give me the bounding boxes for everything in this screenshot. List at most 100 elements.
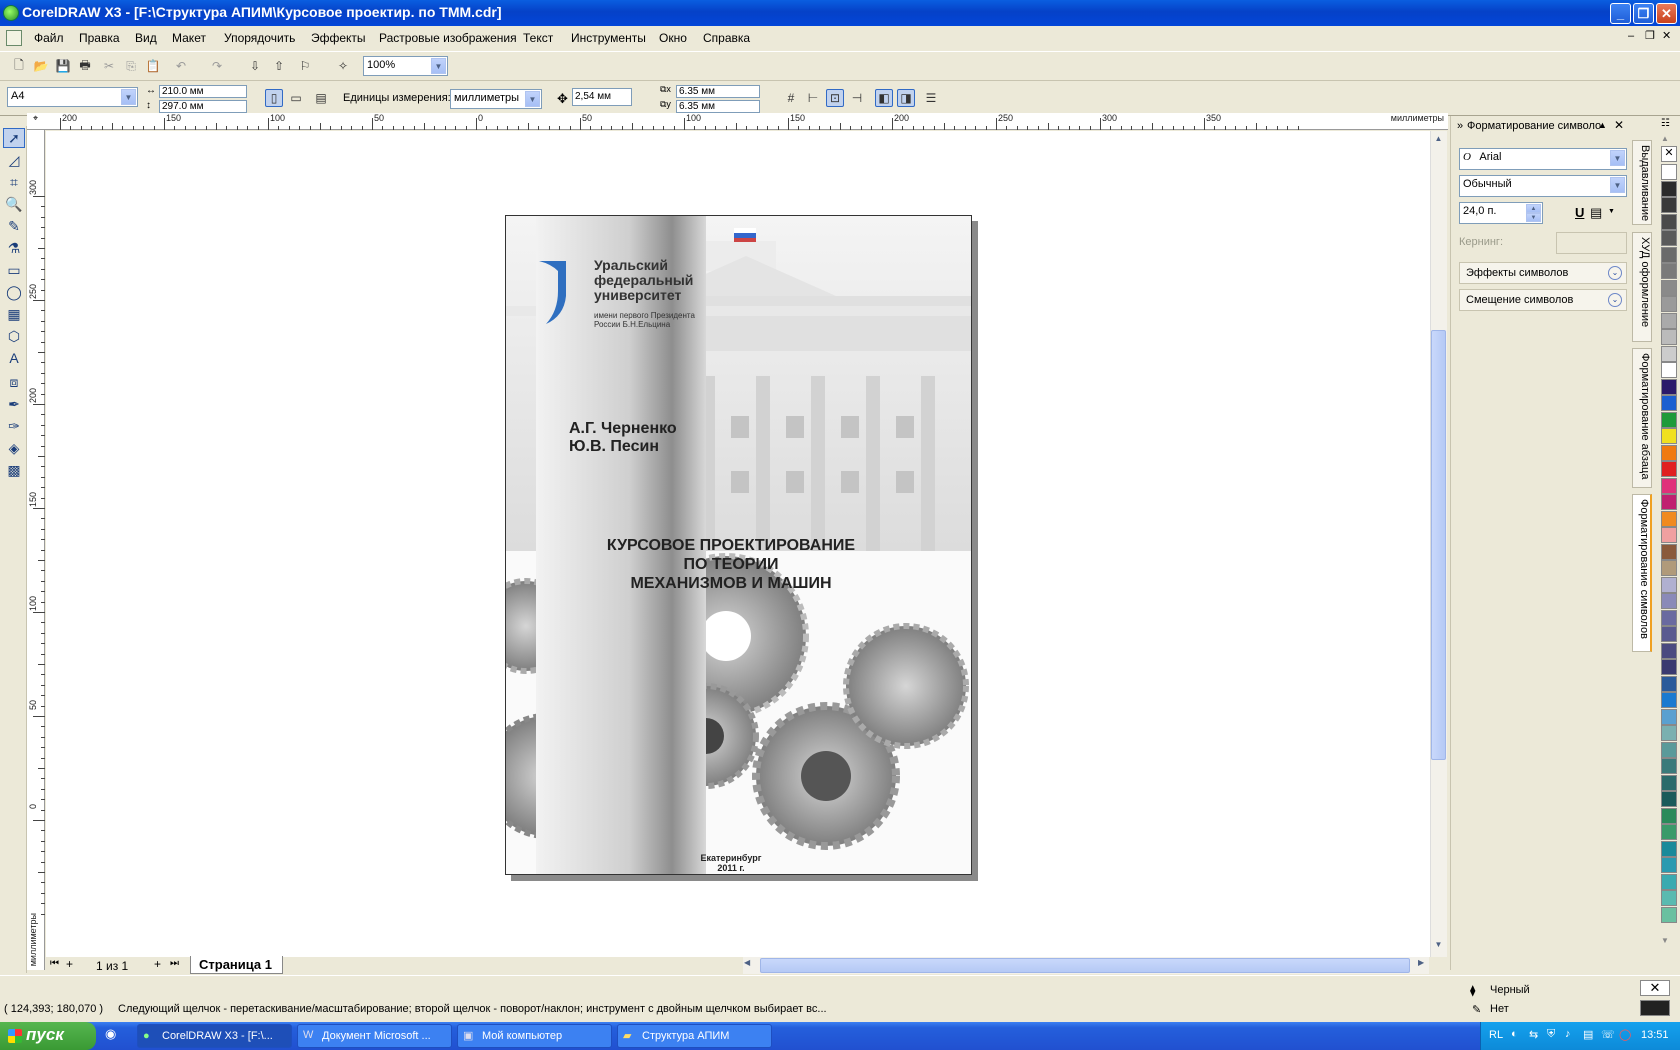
color-swatch[interactable] bbox=[1661, 213, 1677, 230]
menu-help[interactable]: Справка bbox=[703, 31, 750, 45]
color-swatch[interactable] bbox=[1661, 824, 1677, 840]
color-swatch[interactable] bbox=[1661, 362, 1677, 378]
outline-tool-icon[interactable]: ✑ bbox=[3, 416, 25, 436]
color-swatch[interactable] bbox=[1661, 395, 1677, 411]
color-swatch[interactable] bbox=[1661, 593, 1677, 609]
scroll-up-icon[interactable]: ▲ bbox=[1431, 134, 1446, 149]
duplicate-x-input[interactable]: 6.35 мм bbox=[676, 85, 760, 98]
chevron-down-icon[interactable]: ▼ bbox=[1610, 150, 1625, 166]
undo-icon[interactable]: ↶ bbox=[172, 57, 190, 75]
maximize-button[interactable]: ❐ bbox=[1633, 3, 1654, 24]
document-page[interactable]: Уральский федеральный университет имени … bbox=[505, 215, 972, 875]
interactive-fill-tool-icon[interactable]: ▩ bbox=[3, 460, 25, 480]
first-page-icon[interactable]: ⏮ bbox=[50, 958, 59, 969]
coreldraw-app-icon[interactable] bbox=[3, 5, 19, 21]
shape-tool-icon[interactable]: ◿ bbox=[3, 150, 25, 170]
fill-tool-icon[interactable]: ◈ bbox=[3, 438, 25, 458]
color-swatch[interactable] bbox=[1661, 494, 1677, 510]
welcome-screen-icon[interactable]: ✧ bbox=[334, 57, 352, 75]
color-swatch[interactable] bbox=[1661, 230, 1677, 246]
treat-as-filled-icon[interactable]: ◧ bbox=[875, 89, 893, 107]
last-page-icon[interactable]: ⏭ bbox=[170, 958, 179, 969]
chevron-down-icon[interactable]: ▼ bbox=[525, 91, 540, 107]
vertical-scroll-thumb[interactable] bbox=[1431, 330, 1446, 760]
language-indicator[interactable]: RL bbox=[1489, 1029, 1503, 1041]
paste-icon[interactable]: 📋 bbox=[144, 57, 162, 75]
pick-tool-icon[interactable]: ➚ bbox=[3, 128, 25, 148]
copy-icon[interactable]: ⎘ bbox=[122, 57, 140, 75]
start-button[interactable]: пуск bbox=[0, 1022, 96, 1050]
horizontal-ruler[interactable]: 200 150 100 50 0 50 100 150 200 250 300 350 миллимет… bbox=[40, 113, 1448, 130]
tray-antivirus-icon[interactable]: ⛨ bbox=[1547, 1028, 1555, 1041]
snap-to-objects-icon[interactable]: ⊡ bbox=[826, 89, 844, 107]
print-icon[interactable]: 🖶 bbox=[76, 57, 94, 75]
save-icon[interactable]: 💾 bbox=[54, 57, 72, 75]
color-swatch[interactable] bbox=[1661, 576, 1677, 593]
doc-close-icon[interactable]: ✕ bbox=[1662, 29, 1671, 42]
color-swatch[interactable] bbox=[1661, 444, 1677, 461]
smart-fill-tool-icon[interactable]: ⚗ bbox=[3, 238, 25, 258]
strikethrough-icon[interactable]: ▤ bbox=[1590, 205, 1602, 221]
snap-to-guidelines-icon[interactable]: ⊢ bbox=[804, 89, 822, 107]
application-launcher-icon[interactable]: ⚐ bbox=[296, 57, 314, 75]
scroll-down-icon[interactable]: ▼ bbox=[1431, 940, 1446, 955]
color-swatch[interactable] bbox=[1661, 840, 1677, 857]
snap-to-grid-icon[interactable]: # bbox=[782, 89, 800, 107]
landscape-icon[interactable]: ▭ bbox=[287, 89, 305, 107]
page-layout-icon[interactable]: ▤ bbox=[312, 89, 330, 107]
tab-extrude[interactable]: Выдавливание bbox=[1632, 140, 1652, 225]
chevron-down-icon[interactable]: ▼ bbox=[121, 89, 136, 105]
underline-icon[interactable]: U bbox=[1575, 205, 1584, 220]
doc-minimize-icon[interactable]: – bbox=[1628, 30, 1634, 42]
chevron-down-icon[interactable]: ▼ bbox=[1608, 208, 1615, 215]
add-page-after-icon[interactable]: + bbox=[154, 957, 161, 971]
color-swatch[interactable] bbox=[1661, 197, 1677, 213]
kerning-input[interactable] bbox=[1556, 232, 1627, 254]
tray-messenger-icon[interactable]: ☏ bbox=[1601, 1028, 1615, 1041]
interactive-blend-tool-icon[interactable]: ⧈ bbox=[3, 372, 25, 392]
spin-up-icon[interactable]: ▲ bbox=[1526, 204, 1541, 213]
rectangle-tool-icon[interactable]: ▭ bbox=[3, 260, 25, 280]
dynamic-guides-icon[interactable]: ⊣ bbox=[848, 89, 866, 107]
chevron-down-icon[interactable]: ▼ bbox=[431, 58, 446, 74]
color-swatch[interactable] bbox=[1661, 741, 1677, 758]
font-size-input[interactable]: 24,0 п. ▲ ▼ bbox=[1459, 202, 1543, 224]
font-family-combo[interactable]: O Arial ▼ bbox=[1459, 148, 1627, 170]
expand-icon[interactable]: ⌄ bbox=[1608, 266, 1622, 280]
docker-close-icon[interactable]: ✕ bbox=[1614, 118, 1624, 132]
menu-arrange[interactable]: Упорядочить bbox=[224, 31, 295, 45]
open-icon[interactable]: 📂 bbox=[32, 57, 50, 75]
options-icon[interactable]: ☰ bbox=[922, 89, 940, 107]
new-icon[interactable]: 🗋 bbox=[10, 57, 28, 75]
color-swatch[interactable] bbox=[1661, 675, 1677, 692]
menu-bitmaps[interactable]: Растровые изображения bbox=[379, 31, 517, 45]
no-color-swatch[interactable]: ✕ bbox=[1661, 146, 1677, 162]
horizontal-scroll-thumb[interactable] bbox=[760, 958, 1410, 973]
duplicate-y-input[interactable]: 6.35 мм bbox=[676, 100, 760, 113]
color-swatch[interactable] bbox=[1661, 725, 1677, 741]
ellipse-tool-icon[interactable]: ◯ bbox=[3, 282, 25, 302]
color-swatch[interactable] bbox=[1661, 279, 1677, 296]
vertical-ruler[interactable]: 300 250 200 150 100 50 0 миллиметры bbox=[27, 130, 45, 970]
color-swatch[interactable] bbox=[1661, 758, 1677, 774]
color-swatch[interactable] bbox=[1661, 296, 1677, 312]
menu-window[interactable]: Окно bbox=[659, 31, 687, 45]
spin-down-icon[interactable]: ▼ bbox=[1526, 213, 1541, 222]
color-swatch[interactable] bbox=[1661, 329, 1677, 345]
tray-safely-remove-icon[interactable]: ⇆ bbox=[1529, 1028, 1538, 1041]
menu-file[interactable]: Файл bbox=[34, 31, 64, 45]
task-folder[interactable]: Структура АПИМ bbox=[617, 1024, 772, 1048]
palette-scroll-up-icon[interactable]: ▲ bbox=[1661, 134, 1669, 143]
task-coreldraw[interactable]: CorelDRAW X3 - [F:\... bbox=[137, 1024, 292, 1048]
color-swatch[interactable] bbox=[1661, 246, 1677, 263]
paper-type-combo[interactable]: A4 ▼ bbox=[7, 87, 138, 107]
document-icon[interactable] bbox=[6, 30, 22, 46]
export-icon[interactable]: ⇧ bbox=[270, 57, 288, 75]
tab-paragraph-formatting[interactable]: Форматирование абзаца bbox=[1632, 348, 1652, 488]
eyedropper-tool-icon[interactable]: ✒ bbox=[3, 394, 25, 414]
color-swatch[interactable] bbox=[1661, 428, 1677, 444]
color-swatch[interactable] bbox=[1661, 411, 1677, 428]
basic-shapes-tool-icon[interactable]: ⬡ bbox=[3, 326, 25, 346]
tray-display-icon[interactable]: ▤ bbox=[1583, 1028, 1593, 1041]
tab-page-1[interactable]: Страница 1 bbox=[190, 956, 283, 974]
